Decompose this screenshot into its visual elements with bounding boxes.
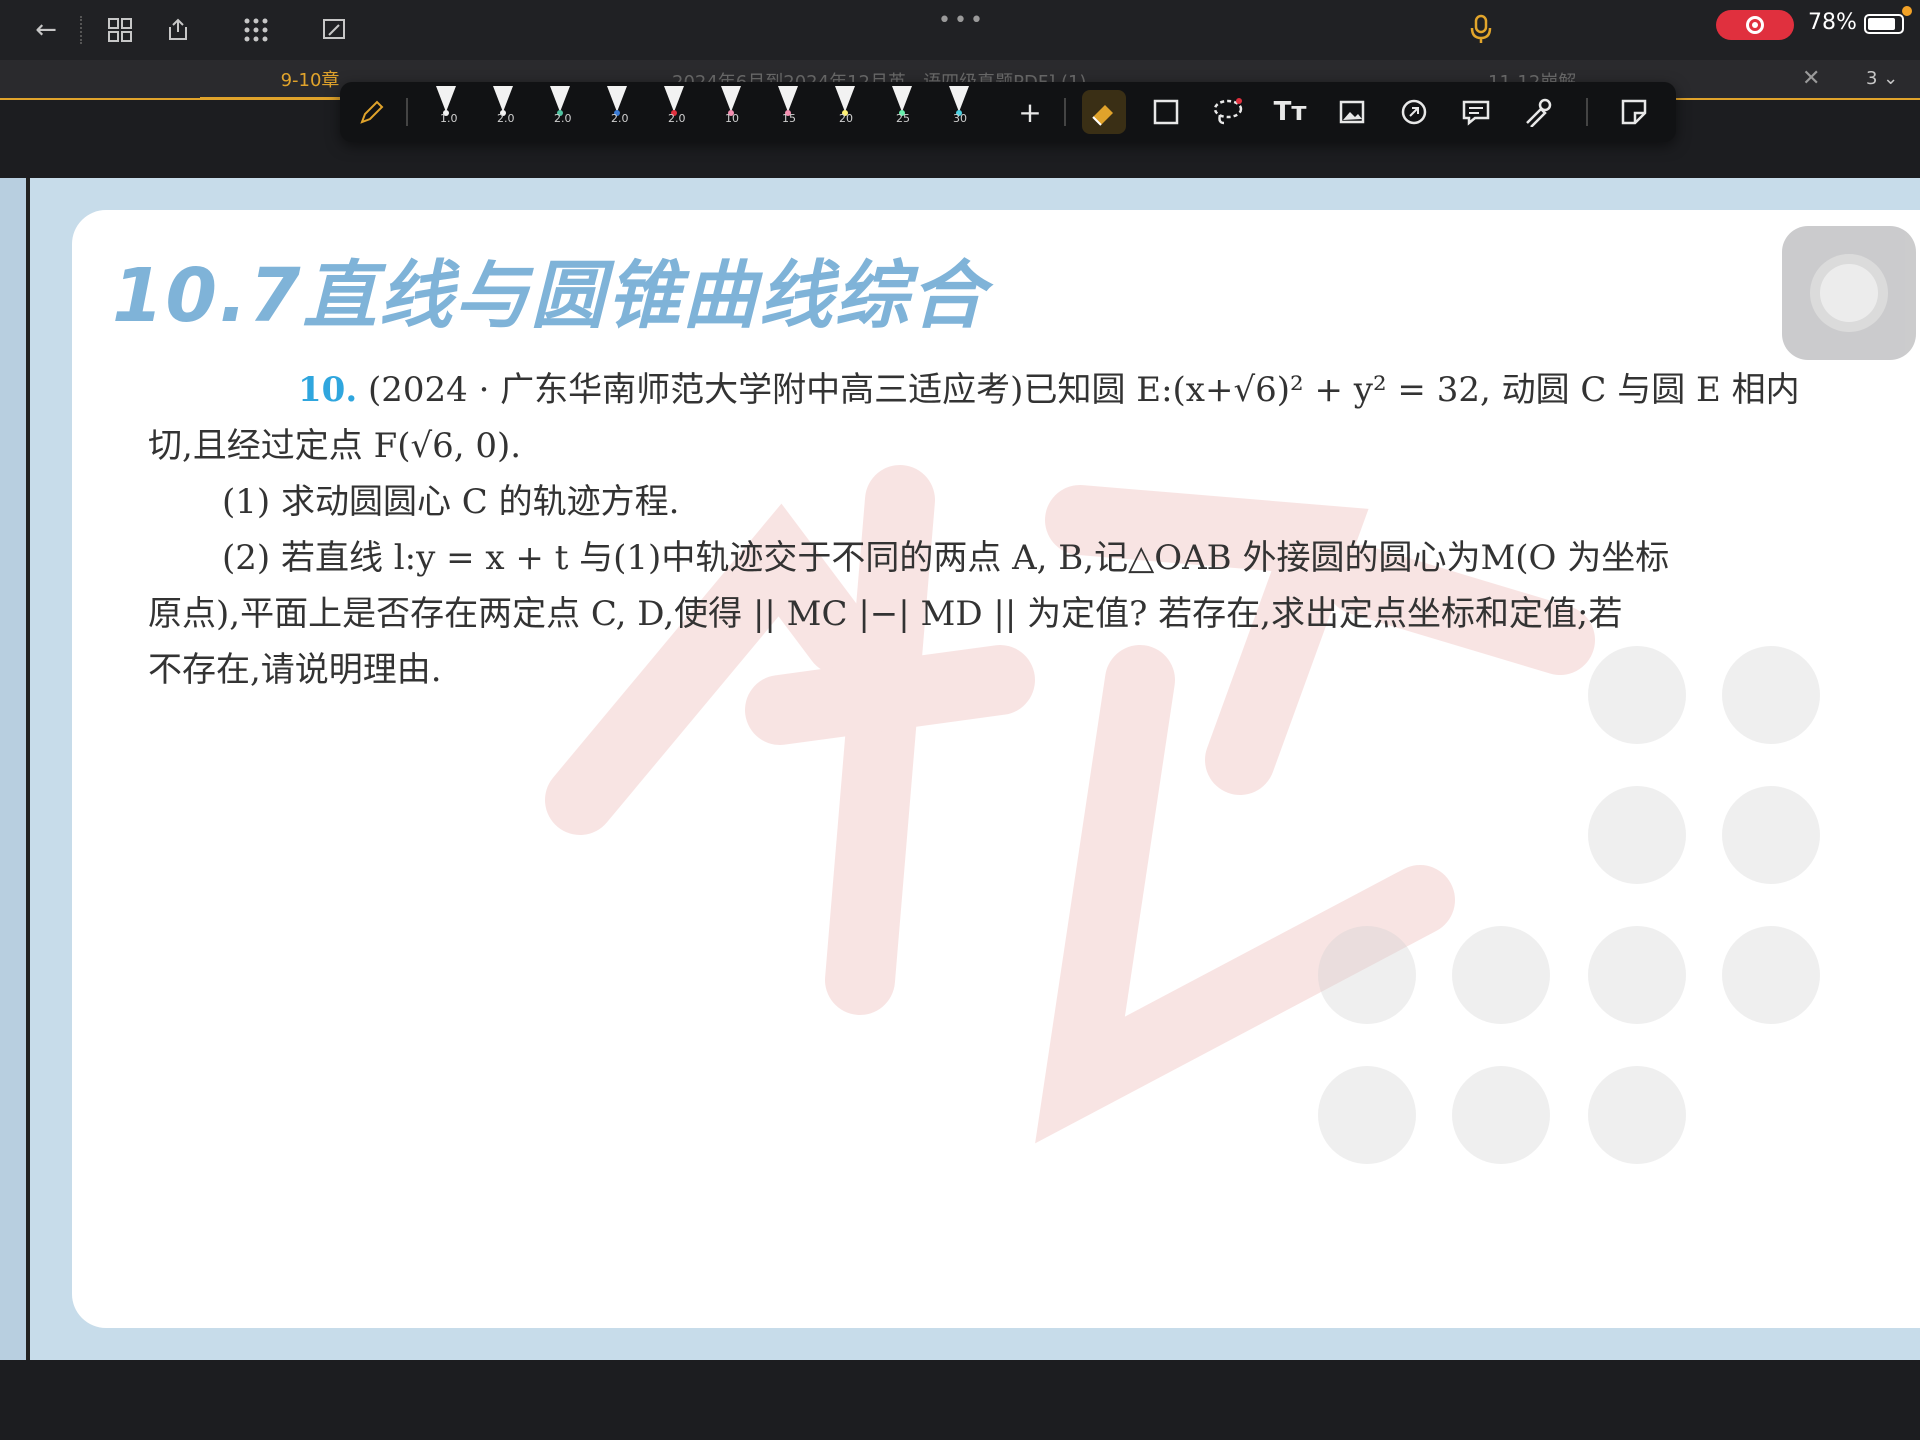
pen-icon (778, 86, 798, 112)
control-toggle[interactable] (1588, 646, 1686, 744)
question-number: 10. (298, 370, 358, 410)
share-icon[interactable] (160, 12, 196, 48)
pen-size-label: 2.0 (668, 112, 686, 125)
pen-tool[interactable]: 2.0 (483, 82, 523, 138)
divider (406, 98, 408, 126)
question-part-2-line-3: 不存在,请说明理由. (148, 650, 442, 690)
pen-size-label: 10 (725, 112, 739, 125)
text-icon[interactable]: Tт (1266, 88, 1314, 136)
page-count[interactable]: 3 ⌄ (1866, 68, 1898, 89)
pen-tool[interactable]: 30 (939, 82, 979, 138)
assistive-touch-button[interactable] (1782, 226, 1916, 360)
pen-icon (550, 86, 570, 112)
lasso-icon[interactable] (1204, 88, 1252, 136)
previous-page-edge (0, 178, 30, 1360)
question-line-2: 切,且经过定点 F(√6, 0). (148, 426, 522, 466)
record-icon[interactable] (1716, 10, 1794, 40)
pen-tool[interactable]: 20 (825, 82, 865, 138)
dark-mode-toggle[interactable] (1588, 1066, 1686, 1164)
pen-size-label: 2.0 (554, 112, 572, 125)
layout-icon[interactable] (316, 12, 352, 48)
control-toggle[interactable] (1722, 926, 1820, 1024)
divider (1586, 98, 1588, 126)
pen-size-label: 20 (839, 112, 853, 125)
more-icon[interactable]: ••• (938, 8, 986, 33)
pen-icon (664, 86, 684, 112)
pen-size-label: 1.0 (440, 112, 458, 125)
grid-icon[interactable] (102, 12, 138, 48)
question-part-2-line-1: (2) 若直线 l:y = x + t 与(1)中轨迹交于不同的两点 A, B,… (222, 538, 1670, 578)
back-icon[interactable]: ← (28, 12, 64, 48)
rotation-lock-toggle[interactable] (1722, 646, 1820, 744)
comment-icon[interactable] (1452, 88, 1500, 136)
mic-icon[interactable] (1470, 14, 1492, 51)
pen-tool[interactable]: 2.0 (654, 82, 694, 138)
question-stem: (2024 · 广东华南师范大学附中高三适应考)已知圆 E:(x+√6)² + … (367, 370, 1800, 410)
divider (80, 16, 82, 44)
sticker-icon[interactable] (1390, 88, 1438, 136)
screen: ← ••• 78% 9-10章 2024年6月到2024年12月英...语四级真… (0, 0, 1920, 1440)
pen-size-label: 30 (953, 112, 967, 125)
top-bar: ← ••• 78% (0, 0, 1920, 60)
pen-tool[interactable]: 10 (711, 82, 751, 138)
pen-tool[interactable]: 25 (882, 82, 922, 138)
pen-icon (949, 86, 969, 112)
pen-tool[interactable]: 1.0 (426, 82, 466, 138)
question-part-2-line-2: 原点),平面上是否存在两定点 C, D,使得 || MC |−| MD || 为… (148, 594, 1623, 634)
charging-indicator (1902, 6, 1912, 16)
pen-icon (607, 86, 627, 112)
eraser-icon[interactable] (1080, 88, 1128, 136)
screen-record-toggle[interactable] (1318, 1066, 1416, 1164)
pen-settings-icon[interactable] (348, 88, 396, 136)
pen-tool[interactable]: 2.0 (597, 82, 637, 138)
pen-tool[interactable]: 15 (768, 82, 808, 138)
pen-size-label: 2.0 (497, 112, 515, 125)
divider (1064, 98, 1066, 126)
pen-icon (436, 86, 456, 112)
pen-size-label: 25 (896, 112, 910, 125)
pen-size-label: 2.0 (611, 112, 629, 125)
pen-icon (835, 86, 855, 112)
page-icon[interactable] (1610, 88, 1658, 136)
battery-icon (1864, 14, 1904, 34)
bottom-bar (0, 1360, 1920, 1440)
control-toggle[interactable] (1588, 786, 1686, 884)
control-toggle[interactable] (1318, 926, 1416, 1024)
page-count-value: 3 (1866, 68, 1878, 89)
add-icon[interactable]: + (1006, 88, 1054, 136)
close-icon[interactable]: ✕ (1802, 66, 1820, 91)
pen-icon (892, 86, 912, 112)
pen-toolbar: 1.0 2.0 2.0 2.0 2.0 10 15 20 25 30 + Tт (340, 82, 1676, 142)
image-icon[interactable] (1328, 88, 1376, 136)
pen-icon (493, 86, 513, 112)
shape-icon[interactable] (1142, 88, 1190, 136)
control-toggle[interactable] (1452, 1066, 1550, 1164)
battery-percent: 78% (1808, 10, 1857, 35)
control-toggle[interactable] (1452, 926, 1550, 1024)
pen-icon (721, 86, 741, 112)
apps-icon[interactable] (238, 12, 274, 48)
low-power-toggle[interactable] (1588, 926, 1686, 1024)
laser-icon[interactable] (1514, 88, 1562, 136)
pen-size-label: 15 (782, 112, 796, 125)
control-toggle[interactable] (1722, 786, 1820, 884)
question-part-1: (1) 求动圆圆心 C 的轨迹方程. (222, 482, 680, 522)
question-line-1: 10. (2024 · 广东华南师范大学附中高三适应考)已知圆 E:(x+√6)… (148, 362, 1828, 419)
pen-tool[interactable]: 2.0 (540, 82, 580, 138)
section-title: 10.7直线与圆锥曲线综合 (112, 253, 987, 339)
